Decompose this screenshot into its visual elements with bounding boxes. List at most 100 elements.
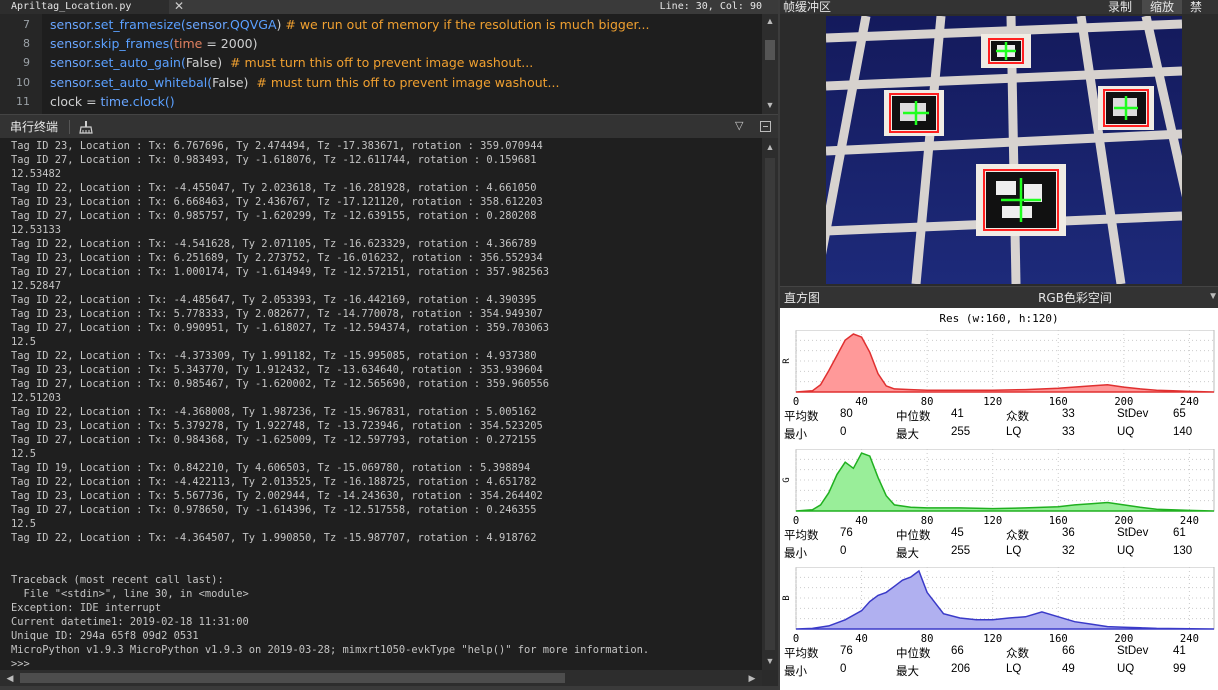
x-tick-label: 200 (1114, 633, 1133, 645)
histogram-r-chart: 0 40 80 120 160 200 240 R (782, 330, 1215, 408)
scroll-right-icon[interactable]: ▶ (744, 671, 760, 685)
code-token: ) (217, 55, 231, 71)
code-token: False (212, 74, 244, 90)
x-tick-label: 40 (855, 633, 868, 645)
stat-value-median: 66 (951, 645, 964, 657)
code-token: time (174, 36, 203, 52)
chevron-down-icon[interactable]: ▼ (1208, 291, 1218, 302)
x-tick-label: 240 (1180, 515, 1199, 527)
stat-value-lq: 32 (1062, 545, 1075, 557)
code-token: .skip_frames( (90, 36, 175, 52)
scroll-thumb[interactable] (765, 40, 775, 60)
code-line[interactable]: sensor.set_framesize(sensor.QQVGA) # we … (50, 17, 649, 32)
terminal-line: Unique ID: 294a 65f8 09d2 0531 (11, 630, 199, 642)
scroll-down-icon[interactable]: ▼ (762, 98, 778, 112)
x-tick-label: 200 (1114, 515, 1133, 527)
scroll-thumb[interactable] (20, 673, 565, 683)
stat-value-median: 41 (951, 408, 964, 420)
code-token: clock (50, 93, 83, 109)
apriltag-marker-23 (981, 34, 1031, 68)
close-tab-icon[interactable]: ✕ (171, 0, 187, 14)
x-tick-label: 120 (983, 396, 1002, 408)
clear-terminal-icon[interactable] (78, 119, 94, 135)
code-token: # must turn this off to prevent image wa… (256, 74, 560, 90)
scroll-left-icon[interactable]: ◀ (2, 671, 18, 685)
record-button[interactable]: 录制 (1100, 0, 1140, 14)
stat-label: LQ (1006, 426, 1022, 438)
apriltag-marker-22 (884, 90, 944, 136)
terminal-line: Tag ID 22, Location : Tx: -4.368008, Ty … (11, 406, 537, 418)
colorspace-select[interactable]: RGB色彩空间 (930, 287, 1218, 309)
x-tick-label: 80 (921, 633, 934, 645)
stat-label: 众数 (1006, 648, 1029, 660)
resolution-label: Res (w:160, h:120) (939, 312, 1059, 325)
file-tab[interactable]: Apriltag_Location.py (0, 0, 169, 14)
x-tick-label: 160 (1049, 396, 1068, 408)
terminal-line: Tag ID 27, Location : Tx: 0.985467, Ty -… (11, 378, 549, 390)
x-tick-label: 160 (1049, 515, 1068, 527)
stat-label: 最小 (784, 429, 807, 441)
stat-value-mode: 36 (1062, 527, 1075, 539)
code-token: = (82, 93, 101, 109)
line-number: 7 (23, 18, 30, 31)
apriltag-marker-27 (1098, 86, 1154, 130)
terminal-line: File "<stdin>", line 30, in <module> (11, 588, 249, 600)
code-token: time (100, 93, 129, 109)
code-token: .set_framesize( (90, 17, 186, 32)
stat-label: 中位数 (896, 648, 931, 660)
x-tick-label: 80 (921, 396, 934, 408)
code-token: # we run out of memory if the resolution… (285, 17, 650, 32)
cursor-position: Line: 30, Col: 90 (659, 1, 762, 12)
stat-value-mean: 76 (840, 527, 853, 539)
terminal-line: Tag ID 23, Location : Tx: 6.767696, Ty 2… (11, 140, 543, 152)
serial-terminal-output[interactable]: Tag ID 23, Location : Tx: 6.767696, Ty 2… (0, 138, 762, 670)
scroll-up-icon[interactable]: ▲ (762, 140, 778, 154)
minimize-panel-icon[interactable] (760, 121, 771, 132)
stat-label: 最大 (896, 429, 919, 441)
code-line[interactable]: sensor.set_auto_gain(False) # must turn … (50, 55, 533, 70)
histogram-area: Res (w:160, h:120) 0 40 80 120 160 200 240 R 平均数… (780, 308, 1218, 690)
scroll-up-icon[interactable]: ▲ (762, 14, 778, 28)
stat-label: StDev (1117, 408, 1149, 420)
editor-scrollbar[interactable]: ▲ ▼ (762, 14, 778, 114)
stat-value-lq: 33 (1062, 426, 1075, 438)
line-number-gutter: 7 8 9 10 11 (0, 14, 42, 114)
code-line[interactable]: sensor.set_auto_whitebal(False) # must t… (50, 75, 559, 90)
terminal-line: Tag ID 27, Location : Tx: 1.000174, Ty -… (11, 266, 549, 278)
stat-label: 最小 (784, 666, 807, 678)
chevron-down-icon[interactable]: ▽ (735, 119, 743, 132)
scroll-down-icon[interactable]: ▼ (762, 654, 778, 668)
terminal-horizontal-scrollbar[interactable]: ◀ ▶ (0, 670, 762, 686)
code-line[interactable]: clock = time.clock() (50, 94, 175, 109)
terminal-line: Tag ID 22, Location : Tx: -4.485647, Ty … (11, 294, 537, 306)
editor-tab-bar: Apriltag_Location.py ✕ Line: 30, Col: 90 (0, 0, 778, 14)
divider (69, 120, 70, 134)
terminal-line: Tag ID 23, Location : Tx: 5.778333, Ty 2… (11, 308, 543, 320)
zoom-button[interactable]: 缩放 (1142, 0, 1183, 14)
stat-value-uq: 130 (1173, 545, 1193, 557)
x-tick-label: 40 (855, 396, 868, 408)
x-tick-label: 160 (1049, 633, 1068, 645)
terminal-line: Tag ID 23, Location : Tx: 6.251689, Ty 2… (11, 252, 543, 264)
terminal-vertical-scrollbar[interactable]: ▲ ▼ (762, 138, 778, 670)
disable-button[interactable]: 禁用 (1182, 0, 1218, 28)
code-editor[interactable]: Apriltag_Location.py ✕ Line: 30, Col: 90… (0, 0, 778, 114)
code-token: # must turn this off to prevent image wa… (230, 55, 534, 71)
code-token: .set_auto_gain( (90, 55, 186, 71)
camera-frame-image (826, 16, 1182, 284)
x-tick-label: 240 (1180, 396, 1199, 408)
stat-label: 平均数 (784, 530, 819, 542)
status-strip (0, 686, 778, 690)
scroll-track[interactable] (765, 158, 775, 650)
terminal-line: Tag ID 27, Location : Tx: 0.985757, Ty -… (11, 210, 537, 222)
histogram-header: 直方图 RGB色彩空间 ▼ (780, 286, 1218, 308)
code-line[interactable]: sensor.skip_frames(time = 2000) (50, 36, 257, 51)
code-token: .set_auto_whitebal( (90, 74, 213, 90)
frame-buffer-title: 帧缓冲区 (783, 0, 832, 14)
stat-label: 众数 (1006, 530, 1029, 542)
stat-value-median: 45 (951, 527, 964, 539)
stat-value-max: 255 (951, 426, 971, 438)
y-axis-label: B (782, 595, 792, 600)
line-number: 10 (16, 75, 30, 89)
code-token: False (185, 55, 218, 71)
